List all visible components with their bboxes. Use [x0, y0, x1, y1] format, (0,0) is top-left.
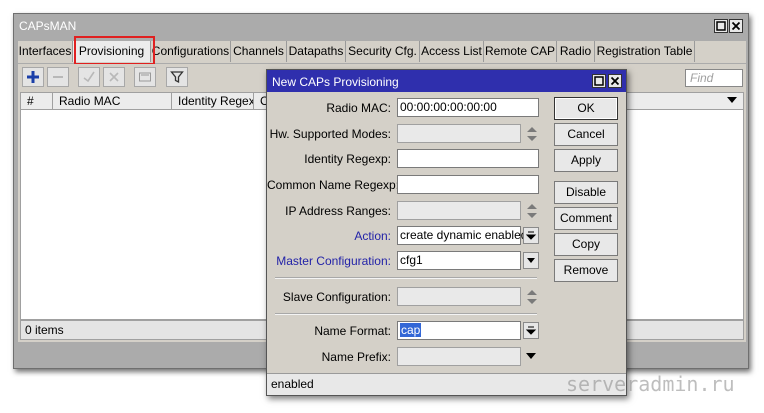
hw-modes-label: Hw. Supported Modes: [269, 127, 391, 141]
filter-icon [170, 71, 184, 84]
check-icon [83, 71, 95, 83]
enable-button[interactable] [78, 67, 100, 87]
copy-button[interactable]: Copy [554, 233, 618, 256]
radio-mac-label: Radio MAC: [326, 101, 391, 115]
tab-access-list[interactable]: Access List [420, 41, 484, 62]
ip-ranges-label: IP Address Ranges: [285, 204, 391, 218]
comment-button[interactable]: Comment [554, 207, 618, 230]
dialog-maximize-icon[interactable] [592, 74, 606, 88]
filter-button[interactable] [166, 67, 188, 87]
name-format-value: cap [400, 323, 422, 337]
ip-ranges-updown-icon[interactable] [525, 202, 539, 220]
ok-button[interactable]: OK [554, 97, 618, 120]
new-caps-provisioning-dialog: New CAPs Provisioning Radio MAC: 00:00:0… [266, 69, 627, 396]
column-identity-regexp[interactable]: Identity Regexp [172, 93, 254, 109]
window-title: CAPsMAN [19, 19, 77, 33]
hw-modes-dropdown[interactable] [397, 124, 521, 143]
master-config-select[interactable]: cfg1 [397, 251, 521, 270]
hw-modes-updown-icon[interactable] [525, 125, 539, 143]
close-icon[interactable] [729, 19, 743, 33]
chevron-down-icon [525, 326, 537, 335]
ip-ranges-dropdown[interactable] [397, 201, 521, 220]
apply-button[interactable]: Apply [554, 149, 618, 172]
minus-icon [53, 76, 63, 78]
watermark: serveradmin.ru [566, 372, 735, 396]
disable-button[interactable] [103, 67, 125, 87]
tab-configurations[interactable]: Configurations [151, 41, 231, 62]
column-menu-chevron-down-icon[interactable] [727, 97, 737, 105]
common-name-regexp-label: Common Name Regexp: [267, 178, 400, 192]
name-format-select[interactable]: cap [397, 321, 521, 340]
master-config-label[interactable]: Master Configuration: [267, 252, 391, 270]
slave-config-label: Slave Configuration: [282, 290, 391, 304]
x-icon [109, 72, 119, 82]
identity-regexp-label: Identity Regexp: [304, 152, 391, 166]
name-format-label: Name Format: [314, 324, 391, 338]
disable-button[interactable]: Disable [554, 181, 618, 204]
tab-channels[interactable]: Channels [231, 41, 287, 62]
column-number[interactable]: # [21, 93, 53, 109]
tab-radio[interactable]: Radio [557, 41, 595, 62]
common-name-regexp-input[interactable] [397, 175, 539, 194]
column-radio-mac[interactable]: Radio MAC [53, 93, 172, 109]
add-button[interactable] [22, 67, 44, 87]
name-format-dropdown-button[interactable] [523, 322, 539, 339]
dialog-titlebar[interactable]: New CAPs Provisioning [267, 70, 626, 92]
tab-remote-cap[interactable]: Remote CAP [484, 41, 557, 62]
tab-datapaths[interactable]: Datapaths [287, 41, 346, 62]
window-titlebar[interactable]: CAPsMAN [14, 14, 748, 38]
chevron-down-icon [527, 258, 535, 263]
chevron-down-icon [525, 231, 537, 240]
tab-registration-table[interactable]: Registration Table [595, 41, 695, 62]
remove-button[interactable]: Remove [554, 259, 618, 282]
find-input[interactable]: Find [685, 69, 743, 87]
dialog-title: New CAPs Provisioning [272, 75, 399, 89]
cancel-button[interactable]: Cancel [554, 123, 618, 146]
action-dropdown-button[interactable] [523, 227, 539, 244]
comment-icon [139, 72, 151, 82]
separator [275, 277, 537, 279]
dialog-close-icon[interactable] [608, 74, 622, 88]
tab-interfaces[interactable]: Interfaces [18, 41, 73, 62]
master-config-dropdown-button[interactable] [523, 252, 539, 269]
tab-highlight-frame [74, 36, 155, 65]
comment-button[interactable] [134, 67, 156, 87]
identity-regexp-input[interactable] [397, 149, 539, 168]
tab-bar: Interfaces Provisioning Configurations C… [18, 36, 746, 65]
separator [275, 313, 537, 315]
plus-icon [27, 71, 39, 83]
name-prefix-label: Name Prefix: [321, 350, 391, 364]
radio-mac-input[interactable]: 00:00:00:00:00:00 [397, 98, 539, 117]
action-select[interactable]: create dynamic enabled [397, 226, 527, 245]
slave-config-dropdown[interactable] [397, 287, 521, 306]
maximize-icon[interactable] [714, 19, 728, 33]
name-prefix-chevron-down-icon[interactable] [525, 352, 537, 360]
name-prefix-input[interactable] [397, 347, 521, 366]
slave-config-updown-icon[interactable] [525, 288, 539, 306]
action-label[interactable]: Action: [267, 227, 391, 245]
remove-button[interactable] [47, 67, 69, 87]
tab-security-cfg[interactable]: Security Cfg. [346, 41, 420, 62]
